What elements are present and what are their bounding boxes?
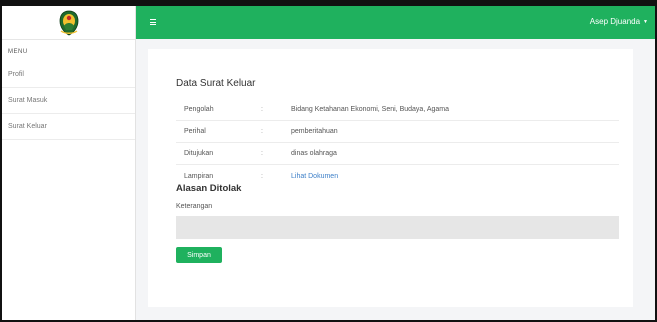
brand	[2, 6, 135, 40]
detail-value: pemberitahuan	[291, 128, 338, 135]
user-name: Asep Djuanda	[589, 17, 641, 26]
page-title: Data Surat Keluar	[176, 78, 256, 89]
detail-row-perihal: Perihal : pemberitahuan	[176, 121, 619, 143]
detail-value: Bidang Ketahanan Ekonomi, Seni, Budaya, …	[291, 106, 449, 113]
logo-emblem-icon[interactable]	[58, 10, 80, 36]
detail-row-lampiran: Lampiran : Lihat Dokumen	[176, 165, 619, 187]
sidebar-item-surat-keluar[interactable]: Surat Keluar	[2, 114, 135, 140]
detail-card: Data Surat Keluar Pengolah : Bidang Keta…	[148, 49, 633, 307]
detail-separator: :	[261, 172, 263, 180]
detail-row-pengolah: Pengolah : Bidang Ketahanan Ekonomi, Sen…	[176, 99, 619, 121]
detail-key: Lampiran	[184, 172, 214, 180]
top-navbar: Asep Djuanda ▼	[136, 6, 655, 39]
user-dropdown[interactable]: Asep Djuanda ▼	[590, 17, 648, 26]
keterangan-input[interactable]	[176, 216, 619, 239]
details-table: Pengolah : Bidang Ketahanan Ekonomi, Sen…	[176, 99, 619, 187]
detail-value: dinas olahraga	[291, 150, 337, 157]
sidebar-item-profil[interactable]: Profil	[2, 62, 135, 88]
detail-key: Ditujukan	[184, 150, 214, 157]
main-content: Data Surat Keluar Pengolah : Bidang Keta…	[136, 39, 655, 320]
save-button[interactable]: Simpan	[176, 247, 222, 263]
view-document-link[interactable]: Lihat Dokumen	[291, 173, 619, 180]
rejection-reason-heading: Alasan Ditolak	[176, 183, 242, 194]
keterangan-label: Keterangan	[176, 203, 213, 210]
detail-row-ditujukan: Ditujukan : dinas olahraga	[176, 143, 619, 165]
menu-label: MENU	[8, 49, 28, 55]
caret-down-icon: ▼	[643, 18, 648, 25]
detail-separator: :	[261, 106, 263, 113]
detail-separator: :	[261, 150, 263, 157]
detail-key: Perihal	[184, 128, 206, 135]
detail-key: Pengolah	[184, 106, 214, 113]
sidebar: MENU Profil Surat Masuk Surat Keluar	[2, 6, 136, 320]
detail-separator: :	[261, 128, 263, 135]
hamburger-menu-icon[interactable]	[150, 19, 156, 25]
sidebar-item-surat-masuk[interactable]: Surat Masuk	[2, 88, 135, 114]
